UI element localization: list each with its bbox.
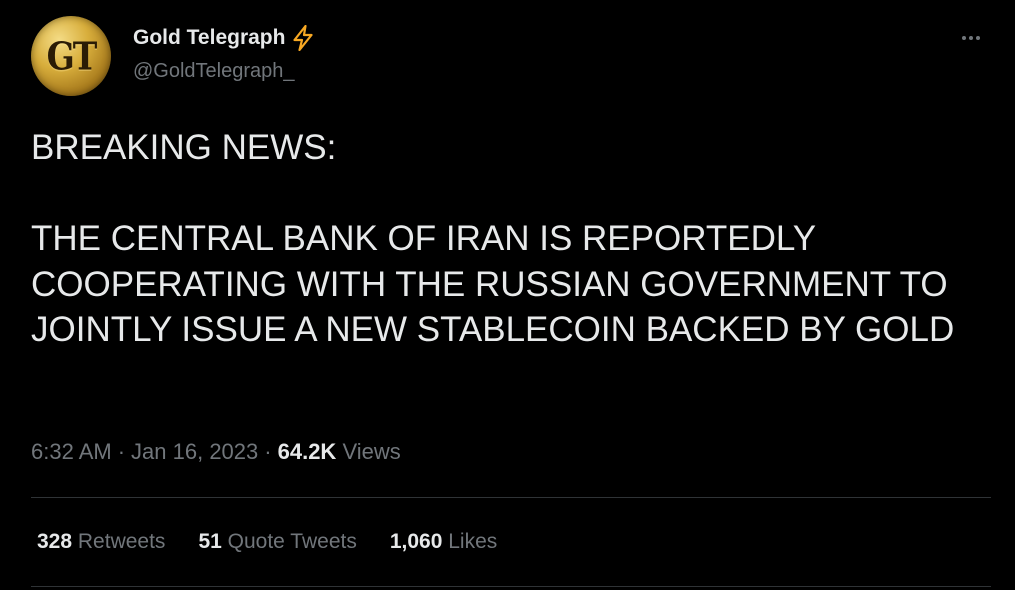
retweets-label: Retweets — [77, 530, 166, 553]
tweet-body: THE CENTRAL BANK OF IRAN IS REPORTEDLY C… — [31, 219, 955, 349]
divider — [31, 586, 991, 587]
tweet-meta: 6:32 AM · Jan 16, 2023 · 64.2K Views — [31, 439, 401, 465]
avatar[interactable]: GT — [31, 16, 111, 96]
tweet-card: GT Gold Telegraph @GoldTelegraph_ BREAKI… — [0, 0, 1015, 590]
likes-label: Likes — [448, 530, 498, 553]
likes-count: 1,060 — [389, 530, 443, 553]
more-icon-dot — [976, 36, 980, 40]
more-options-button[interactable] — [955, 24, 987, 52]
views-count: 64.2K — [277, 439, 337, 464]
tweet-time[interactable]: 6:32 AM — [31, 439, 112, 464]
avatar-monogram: GT — [46, 33, 98, 79]
more-horizontal-icon — [962, 36, 966, 40]
meta-separator: · — [264, 439, 272, 464]
quote-tweets-stat[interactable]: 51 Quote Tweets — [198, 530, 356, 554]
tweet-text: BREAKING NEWS: THE CENTRAL BANK OF IRAN … — [31, 125, 991, 353]
tweet-date[interactable]: Jan 16, 2023 — [131, 439, 258, 464]
retweets-count: 328 — [37, 530, 73, 553]
quote-tweets-count: 51 — [198, 530, 222, 553]
meta-separator: · — [117, 439, 126, 464]
lightning-bolt-icon — [291, 24, 315, 52]
author-handle[interactable]: @GoldTelegraph_ — [133, 60, 295, 83]
divider — [31, 497, 991, 498]
author-name-row: Gold Telegraph — [133, 24, 315, 52]
likes-stat[interactable]: 1,060 Likes — [390, 530, 497, 554]
retweets-stat[interactable]: 328 Retweets — [37, 530, 165, 554]
quote-tweets-label: Quote Tweets — [227, 530, 357, 553]
views-label: Views — [342, 439, 401, 464]
more-icon-dot — [969, 36, 973, 40]
engagement-stats: 328 Retweets 51 Quote Tweets 1,060 Likes — [37, 530, 530, 554]
author-display-name[interactable]: Gold Telegraph — [133, 26, 285, 50]
tweet-headline: BREAKING NEWS: — [31, 128, 337, 167]
